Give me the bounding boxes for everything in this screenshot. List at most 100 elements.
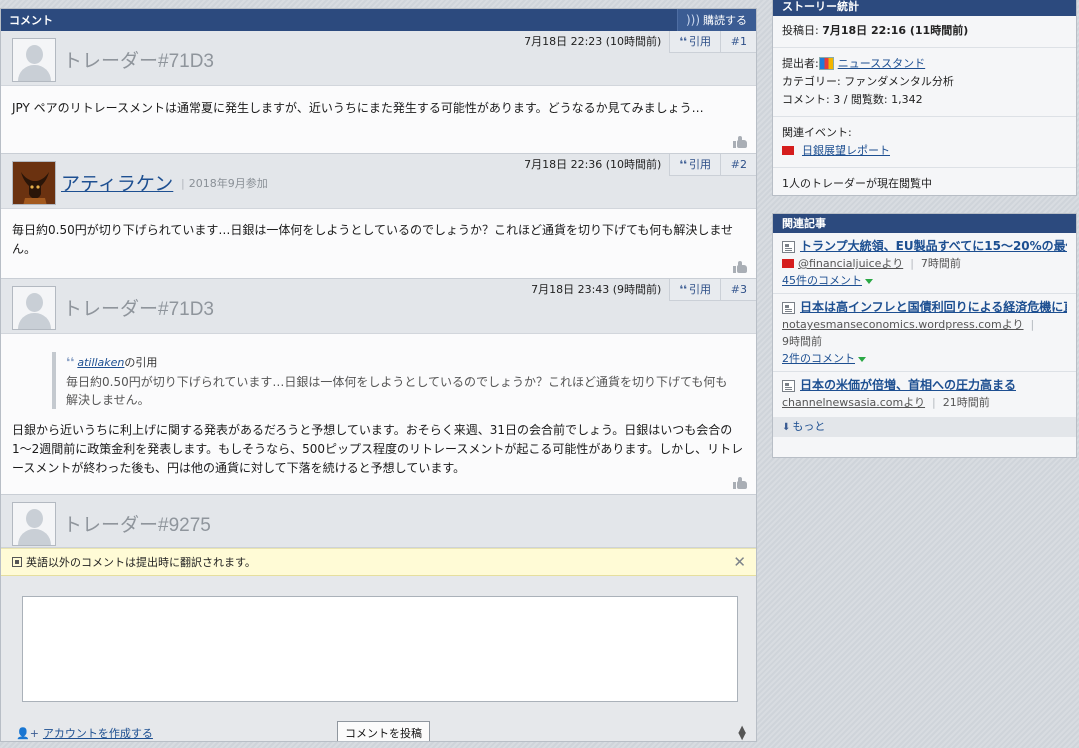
news-icon	[782, 240, 795, 253]
comment-number: 3	[740, 283, 747, 296]
comment-body: JPY ペアのリトレースメントは通常夏に発生しますが、近いうちにまた発生する可能…	[1, 86, 756, 153]
viewing-section: 1人のトレーダーが現在閲覧中	[773, 168, 1076, 200]
subscribe-button[interactable]: ))) 購読する	[676, 9, 756, 31]
posted-section: 投稿日: 7月18日 22:16 (11時間前)	[773, 16, 1076, 48]
hash-icon: #	[730, 283, 740, 296]
translate-icon	[12, 557, 22, 567]
related-source-link[interactable]: channelnewsasia.comより	[782, 396, 925, 409]
event-link[interactable]: 日銀展望レポート	[802, 144, 890, 157]
quote-button[interactable]: ❛❛ 引用	[669, 31, 720, 53]
more-link[interactable]: ⬇ もっと	[773, 417, 1076, 437]
rss-icon: )))	[685, 13, 700, 27]
resize-handle-icon[interactable]: ▲ ▼	[738, 725, 746, 742]
related-source-link[interactable]: @financialjuiceより	[798, 257, 903, 270]
post-comment-button[interactable]: コメントを投稿	[337, 721, 430, 741]
comment-3: トレーダー#71D3 7月18日 23:43 (9時間前) ❛❛ 引用 #3 ❛❛…	[1, 279, 756, 495]
quote-icon: ❛❛	[679, 283, 687, 296]
thumbs-up-icon[interactable]	[733, 477, 747, 489]
related-age: 21時間前	[942, 396, 990, 409]
posted-label: 投稿日:	[782, 24, 819, 37]
comment-header: トレーダー#71D3 7月18日 23:43 (9時間前) ❛❛ 引用 #3	[1, 279, 756, 334]
comment-actions: 7月18日 22:36 (10時間前) ❛❛ 引用 #2	[516, 154, 756, 176]
comments-title: コメント	[9, 14, 53, 27]
related-age: 9時間前	[782, 335, 822, 348]
default-avatar-icon	[12, 502, 56, 546]
comment-number: 2	[740, 158, 747, 171]
news-icon	[782, 301, 795, 314]
translation-notice: 英語以外のコメントは提出時に翻訳されます。 ✕	[1, 548, 756, 576]
related-headline-link[interactable]: 日本の米価が倍増、首相への圧力高まる	[800, 377, 1016, 394]
comment-number: 1	[740, 35, 747, 48]
comment-text: JPY ペアのリトレースメントは通常夏に発生しますが、近いうちにまた発生する可能…	[12, 101, 704, 115]
create-account-link[interactable]: 👤+ アカウントを作成する	[16, 725, 153, 741]
related-comments-row: 45件のコメント	[782, 272, 1067, 289]
related-headline-link[interactable]: トランプ大統領、EU製品すべてに15〜20%の最低関	[800, 238, 1067, 255]
quote-button[interactable]: ❛❛ 引用	[669, 279, 720, 301]
related-headline-row: トランプ大統領、EU製品すべてに15〜20%の最低関	[782, 238, 1067, 255]
related-source-link[interactable]: notayesmanseconomics.wordpress.comより	[782, 318, 1024, 331]
quote-label: 引用	[689, 158, 711, 171]
user-avatar[interactable]	[12, 161, 56, 205]
viewing-text: 1人のトレーダーが現在閲覧中	[782, 177, 932, 190]
create-account-label: アカウントを作成する	[42, 727, 153, 740]
comment-actions: 7月18日 23:43 (9時間前) ❛❛ 引用 #3	[523, 279, 756, 301]
comment-time: 7月18日 23:43 (9時間前)	[531, 283, 662, 296]
comment-2: アティラケン | 2018年9月参加 7月18日 22:36 (10時間前) ❛❛…	[1, 154, 756, 279]
japan-flag-icon	[782, 258, 794, 268]
user-plus-icon: 👤+	[16, 726, 39, 740]
comment-body: 毎日約0.50円が切り下げられています…日銀は一体何をしようとしているのでしょう…	[1, 209, 756, 278]
posted-value: 7月18日 22:16 (11時間前)	[822, 24, 969, 37]
related-item: 日本は高インフレと国債利回りによる経済危機に直面し notayesmanseco…	[773, 294, 1076, 372]
related-age: 7時間前	[920, 257, 961, 270]
joined-date: | 2018年9月参加	[181, 177, 268, 190]
counts-row: コメント: 3 / 閲覧数: 1,342	[782, 93, 923, 106]
comments-panel: コメント ))) 購読する トレーダー#71D3 7月18日 22:23 (10…	[0, 8, 757, 742]
comment-number-link[interactable]: #1	[720, 31, 756, 53]
related-comments-link[interactable]: 2件のコメント	[782, 352, 855, 365]
author-name: トレーダー#71D3	[63, 299, 214, 320]
comment-1: トレーダー#71D3 7月18日 22:23 (10時間前) ❛❛ 引用 #1 J…	[1, 31, 756, 154]
chevron-down-icon[interactable]	[865, 278, 873, 284]
related-headline-row: 日本は高インフレと国債利回りによる経済危機に直面し	[782, 299, 1067, 316]
related-headline-link[interactable]: 日本は高インフレと国債利回りによる経済危機に直面し	[800, 299, 1067, 316]
comment-number-link[interactable]: #3	[720, 279, 756, 301]
default-avatar-icon	[12, 38, 56, 82]
details-section: 提出者: ニューススタンド カテゴリー: ファンダメンタル分析 コメント: 3 /…	[773, 48, 1076, 117]
download-arrow-icon: ⬇	[782, 422, 791, 433]
japan-flag-icon	[782, 145, 794, 155]
events-section: 関連イベント: 日銀展望レポート	[773, 117, 1076, 168]
author-name: トレーダー#71D3	[63, 51, 214, 72]
submitter-link[interactable]: ニューススタンド	[838, 57, 925, 70]
comment-actions: 7月18日 22:23 (10時間前) ❛❛ 引用 #1	[516, 31, 756, 53]
event-row: 日銀展望レポート	[782, 142, 1067, 160]
thumbs-up-icon[interactable]	[733, 261, 747, 273]
close-icon[interactable]: ✕	[733, 555, 746, 570]
notice-text: 英語以外のコメントは提出時に翻訳されます。	[26, 556, 256, 569]
related-articles-box: 関連記事 トランプ大統領、EU製品すべてに15〜20%の最低関 @financi…	[772, 213, 1077, 458]
related-comments-link[interactable]: 45件のコメント	[782, 274, 862, 287]
quote-text: 毎日約0.50円が切り下げられています…日銀は一体何をしようとしているのでしょう…	[66, 375, 728, 407]
default-avatar-icon	[12, 286, 56, 330]
hash-icon: #	[730, 158, 740, 171]
related-title: 関連記事	[773, 214, 1076, 233]
more-label: もっと	[792, 420, 826, 433]
comment-text: 日銀から近いうちに利上げに関する発表があるだろうと予想しています。おそらく来週、…	[12, 423, 744, 475]
comment-textarea[interactable]	[22, 596, 738, 702]
submitter-row: 提出者: ニューススタンド	[782, 55, 1067, 73]
related-comments-row: 2件のコメント	[782, 350, 1067, 367]
quote-icon: ❛❛	[66, 355, 75, 369]
comment-time: 7月18日 22:23 (10時間前)	[524, 35, 662, 48]
story-stats-title: ストーリー統計	[773, 0, 1076, 16]
thumbs-up-icon[interactable]	[733, 136, 747, 148]
chevron-down-icon[interactable]	[858, 356, 866, 362]
quoted-user-link[interactable]: atillaken	[77, 356, 124, 369]
quote-header: ❛❛ atillakenの引用	[66, 354, 736, 370]
author-link[interactable]: アティラケン	[61, 169, 173, 196]
quote-button[interactable]: ❛❛ 引用	[669, 154, 720, 176]
newsstand-logo-icon	[818, 56, 834, 70]
hash-icon: #	[730, 35, 740, 48]
comment-number-link[interactable]: #2	[720, 154, 756, 176]
composer-area: 👤+ アカウントを作成する コメントを投稿 ▲ ▼	[1, 576, 756, 742]
quote-icon: ❛❛	[679, 35, 687, 48]
comment-time: 7月18日 22:36 (10時間前)	[524, 158, 662, 171]
